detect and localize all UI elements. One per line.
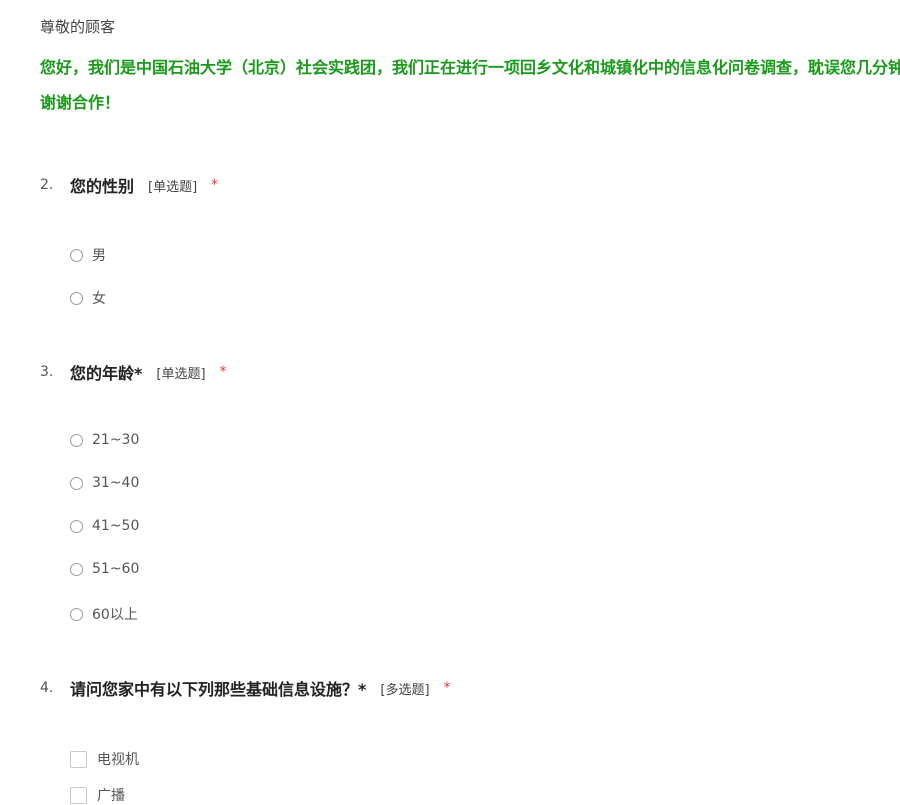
option-label: 21~30 — [92, 432, 140, 448]
option-label: 电视机 — [97, 752, 139, 768]
option-age-41-50[interactable]: 41~50 — [70, 518, 139, 534]
required-marker: * — [211, 177, 219, 193]
question-text: 请问您家中有以下列那些基础信息设施？* — [70, 680, 367, 699]
option-tv[interactable]: 电视机 — [70, 749, 139, 769]
option-age-31-40[interactable]: 31~40 — [70, 475, 139, 491]
radio-button[interactable] — [70, 248, 83, 262]
option-age-51-60[interactable]: 51~60 — [70, 561, 139, 577]
radio-button[interactable] — [70, 607, 83, 621]
option-label: 51~60 — [92, 561, 140, 577]
checkbox[interactable] — [70, 750, 87, 768]
option-label: 男 — [92, 248, 106, 264]
intro-line-1: 您好，我们是中国石油大学（北京）社会实践团，我们正在进行一项回乡文化和城镇化中的… — [40, 58, 900, 77]
question-4-title: 4. 请问您家中有以下列那些基础信息设施？* [多选题] * — [40, 676, 451, 700]
question-number: 2. — [40, 177, 54, 193]
required-marker: * — [219, 364, 227, 380]
question-number: 3. — [40, 364, 54, 380]
greeting-text: 尊敬的顾客 — [40, 18, 116, 36]
question-type-badge: [多选题] — [380, 682, 430, 698]
option-radio-broadcast[interactable]: 广播 — [70, 785, 125, 805]
option-label: 41~50 — [92, 518, 140, 534]
radio-button[interactable] — [70, 476, 83, 490]
question-type-badge: [单选题] — [148, 179, 198, 195]
question-text: 您的年龄* — [70, 364, 143, 383]
intro-message: 您好，我们是中国石油大学（北京）社会实践团，我们正在进行一项回乡文化和城镇化中的… — [40, 50, 900, 120]
radio-button[interactable] — [70, 433, 83, 447]
question-text: 您的性别 — [70, 177, 135, 196]
option-gender-male[interactable]: 男 — [70, 245, 106, 265]
checkbox[interactable] — [70, 786, 87, 804]
option-age-21-30[interactable]: 21~30 — [70, 432, 139, 448]
option-label: 31~40 — [92, 475, 140, 491]
intro-line-2: 谢谢合作！ — [40, 93, 121, 112]
option-label: 60以上 — [92, 607, 138, 623]
required-marker: * — [443, 680, 451, 696]
radio-button[interactable] — [70, 291, 83, 305]
question-type-badge: [单选题] — [156, 366, 206, 382]
question-2-title: 2. 您的性别 [单选题] * — [40, 173, 218, 197]
option-label: 广播 — [97, 788, 125, 804]
radio-button[interactable] — [70, 519, 83, 533]
option-label: 女 — [92, 291, 106, 307]
option-age-60-plus[interactable]: 60以上 — [70, 604, 138, 624]
question-number: 4. — [40, 680, 54, 696]
option-gender-female[interactable]: 女 — [70, 288, 106, 308]
question-3-title: 3. 您的年龄* [单选题] * — [40, 360, 227, 384]
radio-button[interactable] — [70, 562, 83, 576]
